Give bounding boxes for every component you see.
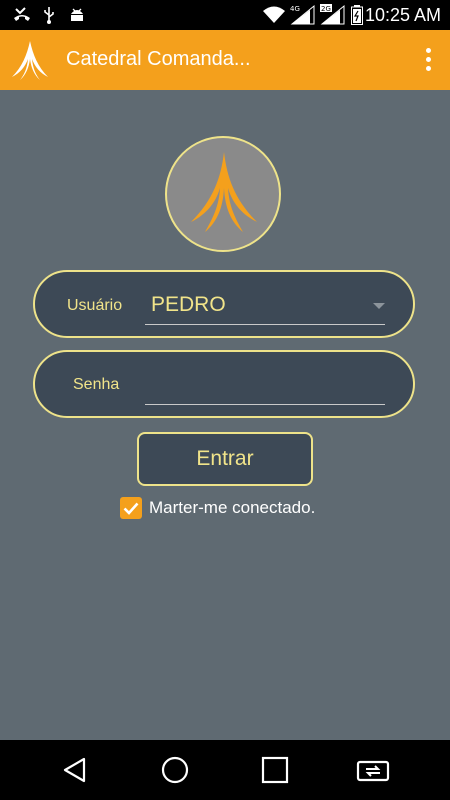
nav-bar — [0, 740, 450, 800]
checkmark-icon — [123, 502, 139, 515]
password-field-container: Senha — [33, 350, 415, 418]
signal-4g-icon: 4G — [290, 4, 316, 31]
user-select[interactable]: Usuário PEDRO — [33, 270, 415, 338]
app-title: Catedral Comanda... — [66, 48, 251, 70]
overflow-menu-icon[interactable] — [420, 46, 436, 74]
signal-2g-icon: 2G — [320, 4, 346, 31]
password-underline — [145, 404, 385, 405]
usb-icon — [42, 6, 56, 29]
svg-text:2G: 2G — [321, 5, 331, 13]
remember-checkbox[interactable] — [120, 497, 142, 519]
cathedral-logo-icon — [191, 152, 257, 232]
password-input[interactable] — [145, 374, 389, 404]
screen: 4G 2G 10:25 AM Catedral Comanda... Usuár… — [0, 0, 450, 800]
recents-icon[interactable] — [260, 755, 290, 785]
user-value: PEDRO — [151, 293, 226, 316]
app-bar: Catedral Comanda... — [0, 30, 450, 90]
login-button[interactable]: Entrar — [137, 432, 313, 486]
password-label: Senha — [73, 376, 120, 393]
missed-call-icon — [12, 6, 32, 29]
app-logo — [165, 136, 281, 252]
battery-icon — [351, 5, 363, 30]
cathedral-logo-icon — [10, 39, 50, 81]
dropdown-arrow-icon[interactable] — [373, 303, 385, 309]
network-4g-label: 4G — [290, 5, 300, 13]
home-icon[interactable] — [160, 755, 190, 785]
status-time: 10:25 AM — [364, 5, 441, 25]
wifi-icon — [262, 5, 286, 29]
switch-app-icon[interactable] — [356, 755, 390, 785]
user-label: Usuário — [67, 297, 123, 314]
back-icon[interactable] — [60, 755, 90, 785]
user-underline — [145, 324, 385, 325]
remember-label[interactable]: Marter-me conectado. — [149, 498, 315, 518]
status-bar: 4G 2G 10:25 AM — [0, 0, 450, 30]
android-debug-icon — [68, 6, 86, 29]
